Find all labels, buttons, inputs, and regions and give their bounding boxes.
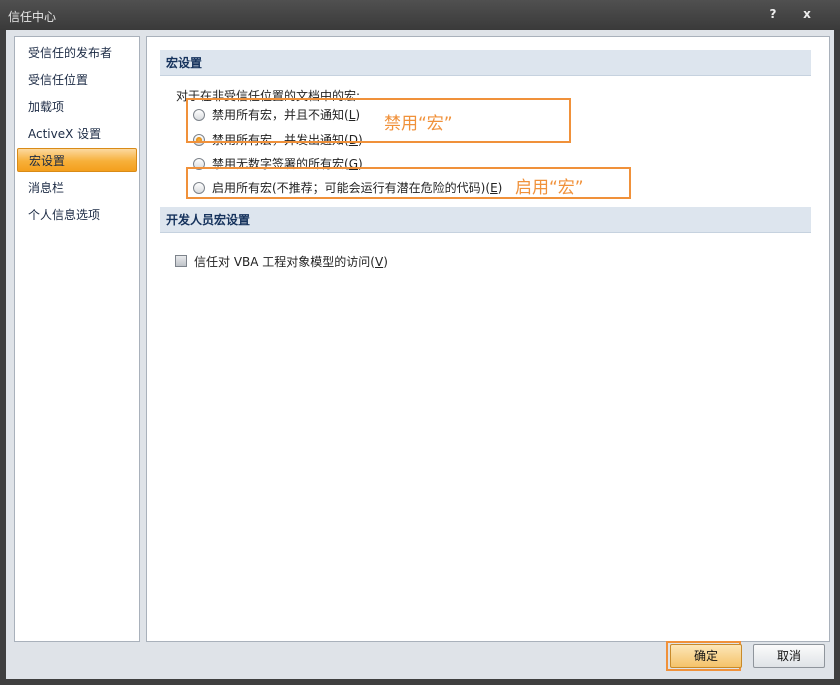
- sidebar-item-macro-settings[interactable]: 宏设置: [17, 148, 137, 172]
- close-button[interactable]: x: [796, 4, 818, 24]
- cancel-button[interactable]: 取消: [753, 644, 825, 668]
- developer-macro-settings-header: 开发人员宏设置: [160, 207, 811, 233]
- ok-button[interactable]: 确定: [670, 644, 742, 668]
- trust-center-dialog: 信任中心 ? x 受信任的发布者 受信任位置 加载项 ActiveX 设置 宏设…: [0, 0, 840, 685]
- sidebar: 受信任的发布者 受信任位置 加载项 ActiveX 设置 宏设置 消息栏 个人信…: [14, 36, 140, 642]
- access-key: V: [375, 255, 383, 269]
- sidebar-item-message-bar[interactable]: 消息栏: [17, 176, 137, 200]
- disable-annotation-label: 禁用“宏”: [384, 109, 453, 134]
- settings-panel: 宏设置 对于在非受信任位置的文档中的宏: 禁用所有宏，并且不通知(L) 禁用所有…: [146, 36, 830, 642]
- sidebar-item-activex[interactable]: ActiveX 设置: [17, 122, 137, 146]
- vba-access-checkbox[interactable]: [175, 255, 187, 267]
- window-title: 信任中心: [8, 8, 56, 25]
- title-bar[interactable]: 信任中心 ? x: [0, 0, 840, 30]
- dialog-body: 受信任的发布者 受信任位置 加载项 ActiveX 设置 宏设置 消息栏 个人信…: [6, 30, 834, 679]
- help-button[interactable]: ?: [762, 4, 784, 24]
- checkbox-text: 信任对 VBA 工程对象模型的访问: [194, 255, 370, 269]
- sidebar-item-trusted-publishers[interactable]: 受信任的发布者: [17, 41, 137, 65]
- disable-annotation-box: [186, 98, 571, 143]
- enable-annotation-label: 启用“宏”: [515, 173, 584, 198]
- sidebar-item-add-ins[interactable]: 加载项: [17, 95, 137, 119]
- macro-settings-header: 宏设置: [160, 50, 811, 76]
- sidebar-item-trusted-locations[interactable]: 受信任位置: [17, 68, 137, 92]
- sidebar-item-privacy-options[interactable]: 个人信息选项: [17, 203, 137, 227]
- vba-access-label[interactable]: 信任对 VBA 工程对象模型的访问(V): [194, 253, 388, 270]
